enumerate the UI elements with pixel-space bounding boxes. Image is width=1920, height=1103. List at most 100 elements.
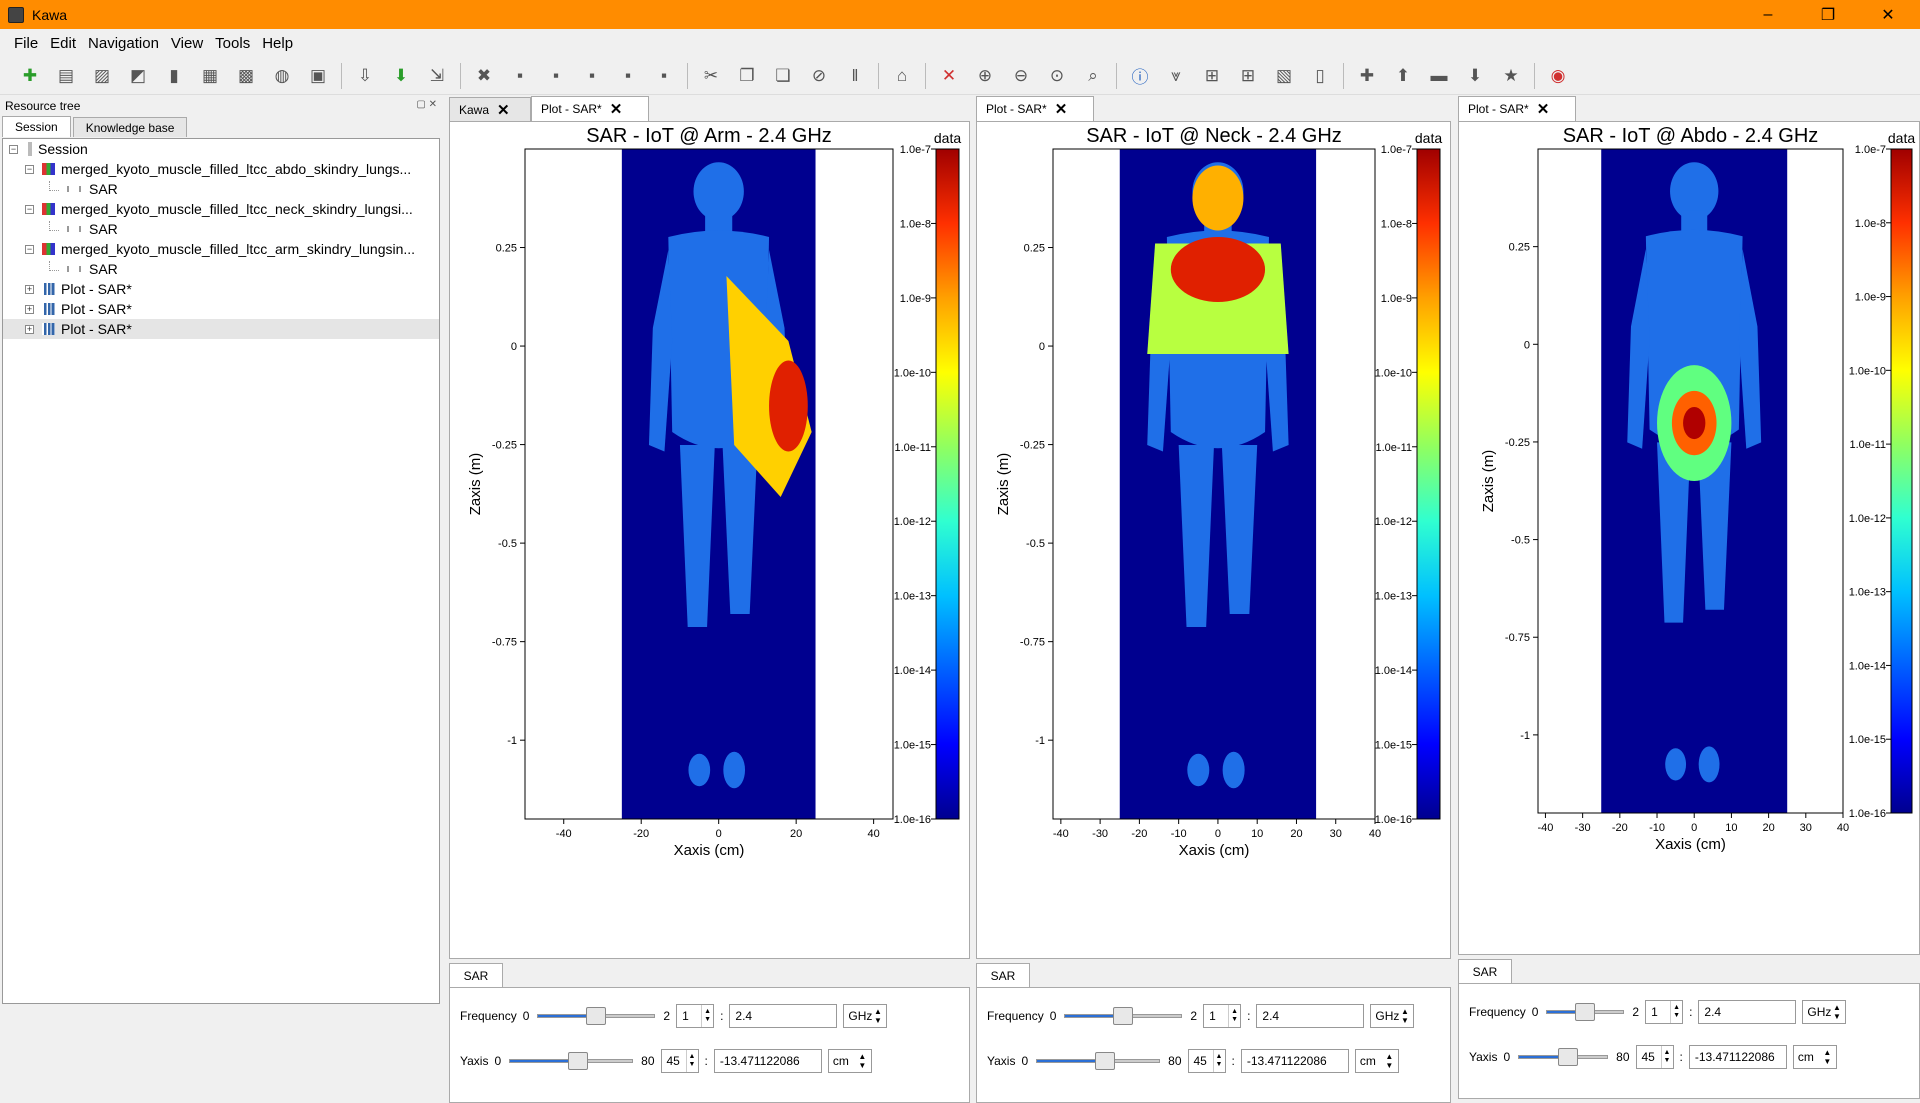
close-tab-icon[interactable]: ✕ bbox=[610, 100, 623, 118]
clipboard-icon[interactable]: ▯ bbox=[1305, 61, 1335, 91]
cube-icon[interactable]: ▣ bbox=[303, 61, 333, 91]
grid-toggle-icon[interactable]: ⊞ bbox=[1233, 61, 1263, 91]
zoom-in-icon[interactable]: ⊕ bbox=[970, 61, 1000, 91]
slider-thumb[interactable] bbox=[1575, 1003, 1596, 1021]
tab-plot-sar[interactable]: Plot - SAR* ✕ bbox=[1458, 96, 1576, 121]
menu-tools[interactable]: Tools bbox=[215, 35, 250, 52]
tab-session[interactable]: Session bbox=[2, 116, 71, 137]
spin-arrows-icon[interactable]: ▲ ▼ bbox=[1660, 1046, 1673, 1068]
yaxis-value-field[interactable]: -13.471122086 bbox=[1240, 1049, 1349, 1073]
menu-view[interactable]: View bbox=[171, 35, 203, 52]
info-icon[interactable]: ⓘ bbox=[1125, 61, 1155, 91]
collapse-icon[interactable]: − bbox=[25, 164, 34, 174]
frequency-value-field[interactable]: 2.4 bbox=[1698, 1000, 1797, 1024]
expand-icon[interactable]: + bbox=[25, 304, 34, 314]
collapse-icon[interactable]: − bbox=[9, 144, 18, 154]
cut-icon[interactable]: ✂ bbox=[696, 61, 726, 91]
minimize-button[interactable]: – bbox=[1745, 0, 1791, 29]
bar-chart-icon[interactable]: ▮ bbox=[159, 61, 189, 91]
dropdown-arrow-icon[interactable]: ▲▼ bbox=[873, 1007, 882, 1025]
expand-icon[interactable]: + bbox=[25, 284, 34, 294]
tab-kawa[interactable]: Kawa ✕ bbox=[449, 97, 531, 121]
frequency-index-spinbox[interactable]: 1 ▲ ▼ bbox=[1645, 1000, 1684, 1024]
collapse-icon[interactable]: − bbox=[25, 204, 34, 214]
spin-arrows-icon[interactable]: ▲ ▼ bbox=[1228, 1005, 1240, 1027]
dropdown-arrow-icon[interactable]: ▲▼ bbox=[1832, 1003, 1841, 1021]
tree-item-sar[interactable]: SAR bbox=[3, 259, 439, 279]
yaxis-unit-select[interactable]: cm ▲▼ bbox=[1792, 1045, 1837, 1069]
tree-item-plot[interactable]: + Plot - SAR* bbox=[3, 299, 439, 319]
close-button[interactable]: ✕ bbox=[1865, 0, 1911, 29]
import-icon[interactable]: ⇩ bbox=[350, 61, 380, 91]
collapse-icon[interactable]: − bbox=[25, 244, 34, 254]
save-session-icon[interactable]: ▪ bbox=[649, 61, 679, 91]
menu-navigation[interactable]: Navigation bbox=[88, 35, 159, 52]
frequency-slider[interactable] bbox=[537, 1007, 656, 1025]
tab-plot-sar[interactable]: Plot - SAR* ✕ bbox=[531, 96, 649, 121]
yaxis-unit-select[interactable]: cm ▲▼ bbox=[827, 1049, 872, 1073]
tree-item-sar[interactable]: SAR bbox=[3, 219, 439, 239]
dock-float-close-icon[interactable]: ▢ ✕ bbox=[416, 99, 437, 110]
yaxis-slider[interactable] bbox=[1036, 1052, 1161, 1070]
dropdown-arrow-icon[interactable]: ▲▼ bbox=[858, 1052, 867, 1070]
close-tab-icon[interactable]: ✕ bbox=[1537, 100, 1550, 118]
frequency-index-spinbox[interactable]: 1 ▲ ▼ bbox=[676, 1004, 715, 1028]
frequency-value-field[interactable]: 2.4 bbox=[1256, 1004, 1365, 1028]
sar-heatmap-chart[interactable]: -40 -30 -20 -10 0 10 20 30 40 0.25 0 -0.25 -0.5 -0.75… bbox=[1459, 122, 1919, 954]
frequency-value-field[interactable]: 2.4 bbox=[729, 1004, 838, 1028]
paste-icon[interactable]: ❏ bbox=[768, 61, 798, 91]
yaxis-slider[interactable] bbox=[509, 1052, 634, 1070]
image-icon[interactable]: ▨ bbox=[87, 61, 117, 91]
dropdown-arrow-icon[interactable]: ▲▼ bbox=[1823, 1048, 1832, 1066]
menu-file[interactable]: File bbox=[14, 35, 38, 52]
select-icon[interactable]: ✕ bbox=[934, 61, 964, 91]
frequency-slider[interactable] bbox=[1546, 1003, 1625, 1021]
zoom-icon[interactable]: ⌕ bbox=[1078, 61, 1108, 91]
frequency-unit-select[interactable]: GHz ▲▼ bbox=[1370, 1004, 1415, 1028]
slider-thumb[interactable] bbox=[1558, 1048, 1579, 1066]
plus-icon[interactable]: ✚ bbox=[1352, 61, 1382, 91]
spin-arrows-icon[interactable]: ▲ ▼ bbox=[1670, 1001, 1682, 1023]
delete-icon[interactable]: ✖ bbox=[469, 61, 499, 91]
forbid-icon[interactable]: ⊘ bbox=[804, 61, 834, 91]
frequency-index-spinbox[interactable]: 1 ▲ ▼ bbox=[1203, 1004, 1242, 1028]
tab-sar-controls[interactable]: SAR bbox=[1458, 959, 1512, 983]
slider-thumb[interactable] bbox=[568, 1052, 589, 1070]
close-tab-icon[interactable]: ✕ bbox=[497, 101, 510, 119]
slider-thumb[interactable] bbox=[1113, 1007, 1134, 1025]
download-icon[interactable]: ⬇ bbox=[386, 61, 416, 91]
tree-item-mesh[interactable]: − merged_kyoto_muscle_filled_ltcc_neck_sk… bbox=[3, 199, 439, 219]
yaxis-index-spinbox[interactable]: 45 ▲ ▼ bbox=[1187, 1049, 1226, 1073]
spin-arrows-icon[interactable]: ▲ ▼ bbox=[701, 1005, 713, 1027]
resource-tree[interactable]: − Session − merged_kyoto_muscle_filled_ltcc… bbox=[2, 138, 440, 1004]
close-tab-icon[interactable]: ✕ bbox=[1055, 100, 1068, 118]
sar-heatmap-chart[interactable]: -40 -30 -20 -10 0 10 20 30 40 0.25 0 -0.25 -0.5 -0.75… bbox=[977, 122, 1450, 958]
frequency-unit-select[interactable]: GHz ▲▼ bbox=[843, 1004, 888, 1028]
frequency-slider[interactable] bbox=[1064, 1007, 1183, 1025]
star-icon[interactable]: ★ bbox=[1496, 61, 1526, 91]
up-icon[interactable]: ⬆ bbox=[1388, 61, 1418, 91]
plot-canvas[interactable]: -40 -20 0 20 40 0.25 0 -0.25 -0.5 -0.75 -1 1.0e-7 1.… bbox=[449, 121, 970, 959]
save-all-icon[interactable]: ▪ bbox=[541, 61, 571, 91]
tree-item-plot[interactable]: + Plot - SAR* bbox=[3, 279, 439, 299]
menu-edit[interactable]: Edit bbox=[50, 35, 76, 52]
tree-item-sar[interactable]: SAR bbox=[3, 179, 439, 199]
spin-arrows-icon[interactable]: ▲ ▼ bbox=[1212, 1050, 1225, 1072]
yaxis-unit-select[interactable]: cm ▲▼ bbox=[1354, 1049, 1399, 1073]
dropdown-arrow-icon[interactable]: ▲▼ bbox=[1400, 1007, 1409, 1025]
save-icon[interactable]: ▪ bbox=[505, 61, 535, 91]
crosshair-icon[interactable]: ⊞ bbox=[1197, 61, 1227, 91]
tree-item-plot[interactable]: + Plot - SAR* bbox=[3, 319, 439, 339]
palette-icon[interactable]: ▩ bbox=[231, 61, 261, 91]
slider-thumb[interactable] bbox=[1095, 1052, 1116, 1070]
tree-item-session[interactable]: − Session bbox=[3, 139, 439, 159]
add-icon[interactable]: ✚ bbox=[15, 61, 45, 91]
sar-heatmap-chart[interactable]: -40 -20 0 20 40 0.25 0 -0.25 -0.5 -0.75 -1 1.0e-7 1.… bbox=[450, 122, 969, 958]
dropdown-arrow-icon[interactable]: ▲▼ bbox=[1385, 1052, 1394, 1070]
pause-icon[interactable]: ‖ bbox=[840, 61, 870, 91]
minus-icon[interactable]: ▬ bbox=[1424, 61, 1454, 91]
save-as-icon[interactable]: ▪ bbox=[577, 61, 607, 91]
colormap-icon[interactable]: ▧ bbox=[1269, 61, 1299, 91]
export-icon[interactable]: ⇲ bbox=[422, 61, 452, 91]
help-icon[interactable]: ◉ bbox=[1543, 61, 1573, 91]
